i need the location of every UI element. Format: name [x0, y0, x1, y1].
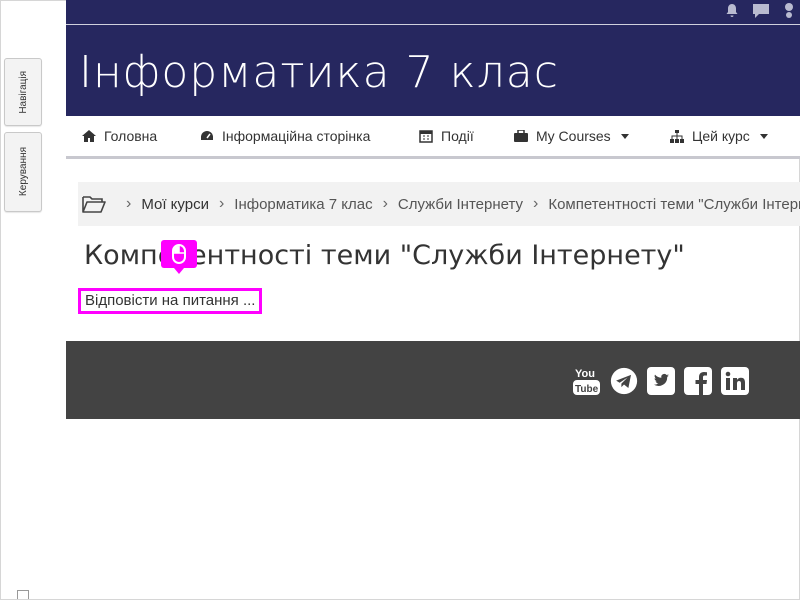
- nav-events[interactable]: Події: [419, 128, 474, 144]
- side-tabs: Навігація Керування: [4, 58, 42, 218]
- nav-dashboard-label: Інформаційна сторінка: [222, 128, 371, 144]
- chevron-down-icon: [759, 133, 768, 139]
- answer-questions-link-label: Відповісти на питання ...: [85, 292, 256, 309]
- top-bar: [66, 0, 800, 24]
- breadcrumb-my-courses[interactable]: Мої курси: [141, 196, 209, 213]
- calendar-icon: [419, 129, 433, 143]
- nav-home[interactable]: Головна: [82, 128, 157, 144]
- nav-my-courses[interactable]: My Courses: [514, 128, 629, 144]
- main-navbar: Головна Інформаційна сторінка Події My C…: [66, 116, 800, 159]
- site-footer: You Tube: [66, 341, 800, 419]
- nav-home-label: Головна: [104, 128, 158, 144]
- folder-open-icon: [82, 195, 106, 213]
- dock-icon[interactable]: [17, 590, 29, 599]
- site-header: Інформатика 7 клас: [66, 24, 800, 117]
- administration-tab[interactable]: Керування: [4, 132, 42, 212]
- breadcrumb-separator: ›: [218, 195, 225, 212]
- telegram-icon[interactable]: [610, 365, 638, 397]
- youtube-icon-text-top: You: [575, 368, 595, 380]
- linkedin-icon[interactable]: [721, 365, 749, 397]
- navigation-tab-label: Навігація: [17, 70, 29, 114]
- dashboard-icon: [200, 130, 214, 142]
- navigation-tab[interactable]: Навігація: [4, 58, 42, 126]
- social-links: You Tube: [573, 365, 749, 397]
- youtube-icon-text-bottom: Tube: [575, 384, 599, 395]
- breadcrumb-section[interactable]: Служби Інтернету: [398, 196, 523, 213]
- nav-events-label: Події: [441, 128, 474, 144]
- site-title[interactable]: Інформатика 7 клас: [79, 47, 559, 98]
- chevron-down-icon: [620, 133, 629, 139]
- administration-tab-label: Керування: [17, 147, 29, 197]
- top-bar-icons: [724, 0, 800, 24]
- nav-my-courses-label: My Courses: [536, 128, 611, 144]
- breadcrumb: › Мої курси › Інформатика 7 клас › Служб…: [78, 182, 800, 226]
- twitter-icon[interactable]: [647, 365, 675, 397]
- home-icon: [82, 130, 96, 142]
- sitemap-icon: [670, 129, 684, 143]
- breadcrumb-current[interactable]: Компетентності теми "Служби Інтернету": [548, 196, 800, 213]
- bell-icon[interactable]: [724, 3, 740, 21]
- chat-icon[interactable]: [752, 3, 770, 21]
- youtube-icon[interactable]: You Tube: [573, 365, 601, 397]
- breadcrumb-separator: ›: [382, 195, 388, 212]
- nav-this-course[interactable]: Цей курс: [670, 128, 768, 144]
- breadcrumb-separator: ›: [533, 195, 539, 212]
- nav-this-course-label: Цей курс: [692, 128, 750, 144]
- nav-dashboard[interactable]: Інформаційна сторінка: [200, 128, 370, 144]
- user-menu-icon[interactable]: [782, 3, 796, 21]
- mouse-click-marker-icon: [161, 240, 197, 274]
- breadcrumb-separator: ›: [126, 195, 132, 212]
- facebook-icon[interactable]: [684, 365, 712, 397]
- answer-questions-link[interactable]: Відповісти на питання ...: [78, 288, 263, 314]
- briefcase-icon: [514, 130, 528, 142]
- breadcrumb-course[interactable]: Інформатика 7 клас: [234, 196, 372, 213]
